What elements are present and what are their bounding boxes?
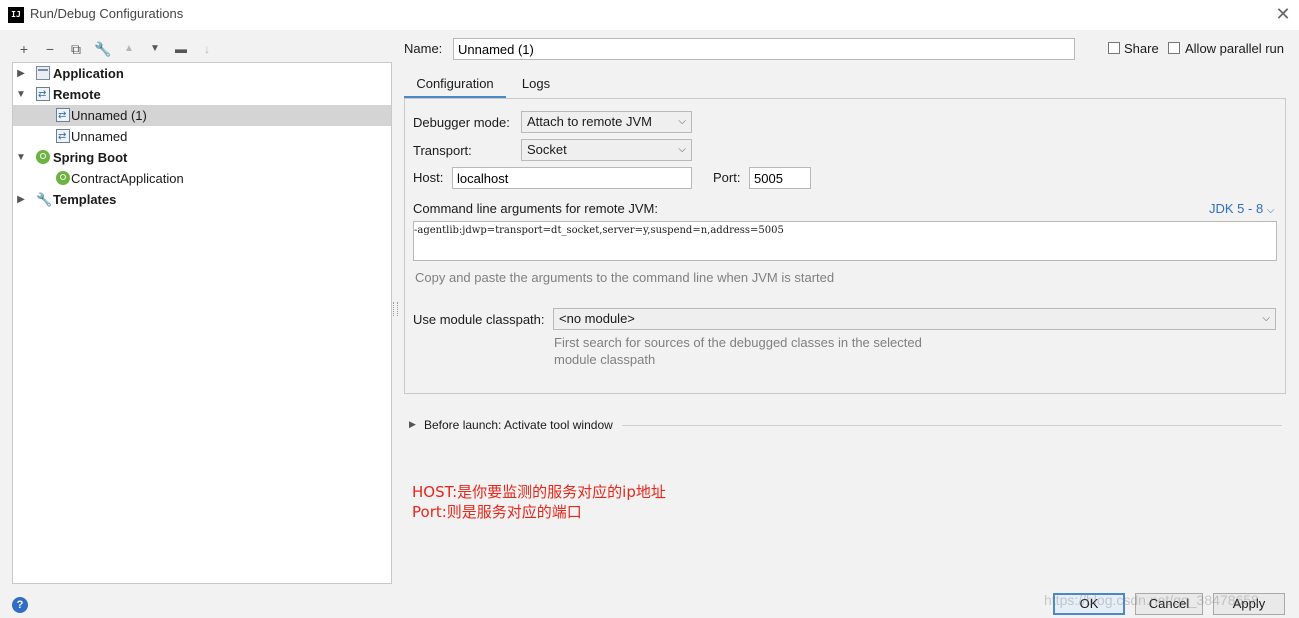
share-checkbox[interactable] <box>1108 42 1120 54</box>
port-label: Port: <box>713 170 741 185</box>
window-title: Run/Debug Configurations <box>30 6 184 21</box>
tree-item-application[interactable]: ▶ Application <box>13 63 391 84</box>
wrench-icon: 🔧 <box>36 192 53 207</box>
chevron-down-icon: ⌵ <box>1266 205 1275 216</box>
port-input[interactable] <box>749 167 811 189</box>
remove-icon[interactable]: − <box>41 40 59 58</box>
command-line-args-text: -agentlib:jdwp=transport=dt_socket,serve… <box>414 225 784 236</box>
help-icon[interactable]: ? <box>12 597 28 613</box>
move-up-icon[interactable]: ▲ <box>120 40 138 58</box>
allow-parallel-run-label: Allow parallel run <box>1185 41 1284 56</box>
command-line-args-field[interactable]: -agentlib:jdwp=transport=dt_socket,serve… <box>413 221 1277 261</box>
command-line-hint: Copy and paste the arguments to the comm… <box>415 270 835 285</box>
share-label: Share <box>1124 41 1159 56</box>
tree-item-label: Templates <box>53 192 117 207</box>
name-input[interactable] <box>453 38 1075 60</box>
module-classpath-value: <no module> <box>559 311 635 326</box>
remote-icon <box>36 84 50 105</box>
tree-item-label: Remote <box>53 87 101 102</box>
tree-item-unnamed-1[interactable]: Unnamed (1) <box>13 105 391 126</box>
tree-item-label: Spring Boot <box>53 150 128 165</box>
debugger-mode-label: Debugger mode: <box>413 115 510 130</box>
close-icon[interactable]: ✕ <box>1271 3 1295 25</box>
host-label: Host: <box>413 170 444 185</box>
chevron-down-icon[interactable]: ▼ <box>15 147 27 168</box>
module-classpath-select[interactable]: <no module> ⌵ <box>553 308 1276 330</box>
tree-item-label: Application <box>53 66 124 81</box>
module-classpath-label: Use module classpath: <box>413 312 545 327</box>
tree-item-unnamed[interactable]: Unnamed <box>13 126 391 147</box>
copy-icon[interactable]: ⧉ <box>67 40 85 58</box>
transport-select[interactable]: Socket ⌵ <box>521 139 692 161</box>
tree-item-templates[interactable]: ▶ 🔧 Templates <box>13 189 391 210</box>
application-icon <box>36 66 50 80</box>
add-icon[interactable]: + <box>15 40 33 58</box>
tree-item-contract-application[interactable]: ContractApplication <box>13 168 391 189</box>
debugger-mode-select[interactable]: Attach to remote JVM ⌵ <box>521 111 692 133</box>
annotation-host: HOST:是你要监测的服务对应的ip地址 <box>412 483 666 501</box>
module-classpath-hint-line1: First search for sources of the debugged… <box>554 335 922 350</box>
tab-logs[interactable]: Logs <box>512 72 560 98</box>
chevron-right-icon[interactable]: ▶ <box>15 189 27 210</box>
module-classpath-hint-line2: module classpath <box>554 352 656 367</box>
name-label: Name: <box>404 41 443 56</box>
chevron-down-icon: ⌵ <box>678 116 686 127</box>
annotation-port: Port:则是服务对应的端口 <box>412 503 582 521</box>
chevron-right-icon[interactable]: ▶ <box>15 63 27 84</box>
command-line-label: Command line arguments for remote JVM: <box>413 201 658 216</box>
jdk-version-link[interactable]: JDK 5 - 8 ⌵ <box>1209 201 1274 216</box>
tab-configuration[interactable]: Configuration <box>404 72 506 98</box>
new-folder-icon[interactable]: ▬ <box>172 40 190 58</box>
remote-config-icon <box>56 126 70 147</box>
tree-item-spring-boot[interactable]: ▼ Spring Boot <box>13 147 391 168</box>
chevron-down-icon: ⌵ <box>1262 313 1270 324</box>
sort-icon[interactable]: ↓ <box>198 40 216 58</box>
tree-item-label: Unnamed <box>71 129 128 144</box>
jdk-version-text: JDK 5 - 8 <box>1209 201 1264 216</box>
tree-item-remote[interactable]: ▼ Remote <box>13 84 391 105</box>
title-bar <box>0 0 1299 30</box>
chevron-down-icon: ⌵ <box>678 144 686 155</box>
transport-value: Socket <box>527 142 567 157</box>
wrench-icon[interactable]: 🔧 <box>94 40 112 58</box>
tree-item-label: Unnamed (1) <box>71 108 147 123</box>
intellij-logo-icon: IJ <box>8 7 24 23</box>
tree-item-label: ContractApplication <box>71 171 184 186</box>
chevron-down-icon[interactable]: ▼ <box>15 84 27 105</box>
chevron-right-icon[interactable]: ▶ <box>409 419 416 430</box>
remote-config-icon <box>56 105 70 126</box>
allow-parallel-run-checkbox[interactable] <box>1168 42 1180 54</box>
spring-boot-icon <box>36 150 50 164</box>
before-launch-label[interactable]: Before launch: Activate tool window <box>424 418 613 432</box>
splitter-handle[interactable] <box>393 302 398 316</box>
host-input[interactable] <box>452 167 692 189</box>
debugger-mode-value: Attach to remote JVM <box>527 114 652 129</box>
before-launch-divider <box>622 425 1282 426</box>
configuration-tree: ▶ Application ▼ Remote Unnamed (1) Unnam… <box>12 62 392 584</box>
spring-boot-icon <box>56 171 70 185</box>
move-down-icon[interactable]: ▼ <box>146 40 164 58</box>
transport-label: Transport: <box>413 143 472 158</box>
watermark: https://blog.csdn.net/qq_38478658 <box>1044 592 1259 608</box>
